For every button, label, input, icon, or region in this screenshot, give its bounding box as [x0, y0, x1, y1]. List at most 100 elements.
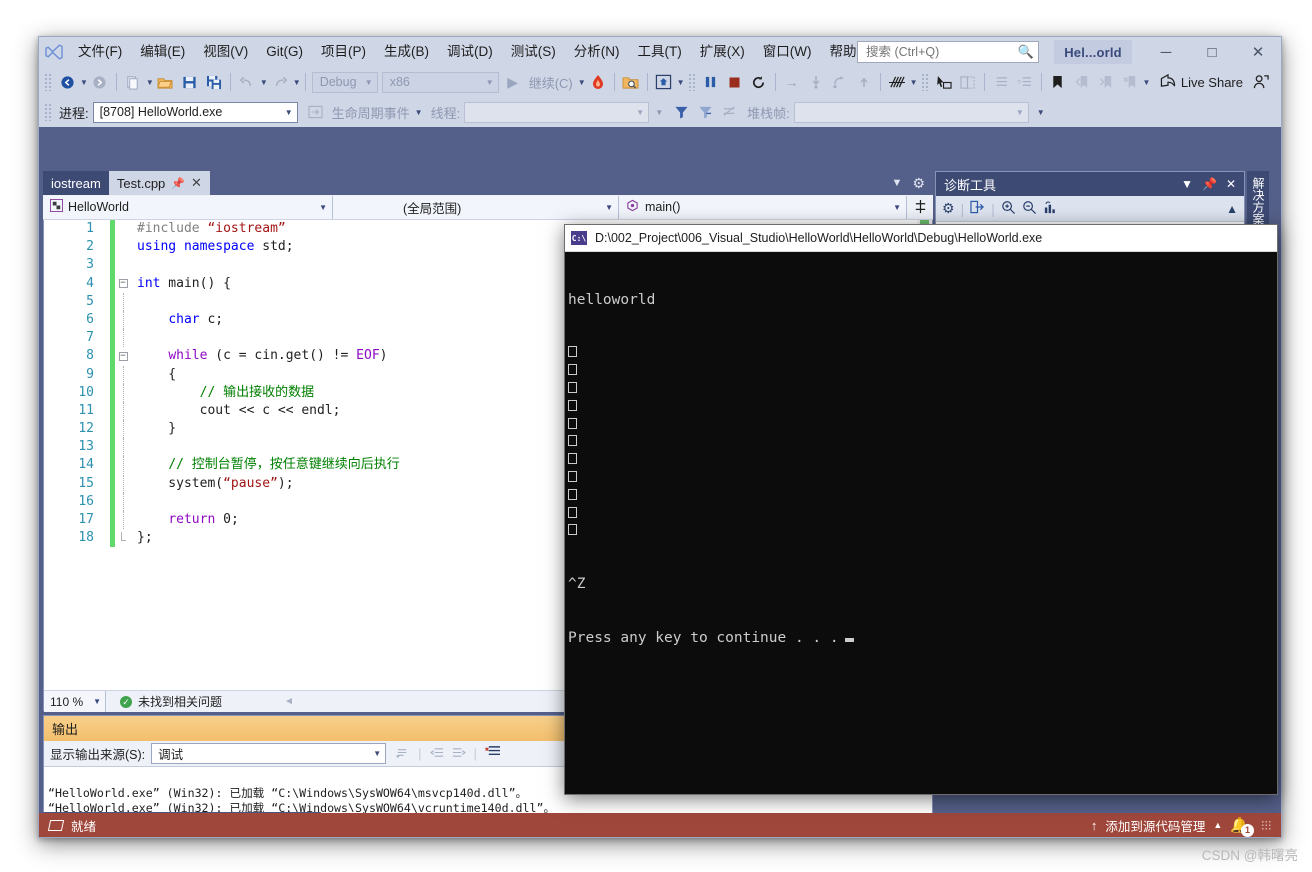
fold-column[interactable] — [115, 329, 131, 348]
nav-scope-combo[interactable]: (全局范围) ▼ — [333, 195, 619, 219]
debug-toolbar-overflow[interactable]: ▼ — [1037, 108, 1045, 117]
glyph-margin[interactable] — [100, 329, 110, 347]
tab-test-cpp[interactable]: Test.cpp 📌 ✕ — [108, 171, 210, 195]
fold-column[interactable] — [115, 529, 131, 547]
stop-icon[interactable] — [723, 70, 747, 94]
split-view-icon[interactable] — [907, 196, 933, 219]
open-folder-icon[interactable] — [154, 70, 178, 94]
bookmark-next-icon[interactable] — [1094, 70, 1118, 94]
menu-item-debug[interactable]: 调试(D) — [438, 40, 502, 64]
filter-flagged-icon[interactable] — [693, 100, 717, 124]
glyph-margin[interactable] — [100, 293, 110, 311]
glyph-margin[interactable] — [100, 420, 110, 438]
restart-icon[interactable] — [747, 70, 771, 94]
indent-icon[interactable] — [989, 70, 1013, 94]
live-share-button[interactable]: Live Share — [1154, 73, 1249, 91]
glyph-margin[interactable] — [100, 366, 110, 384]
zoom-in-icon[interactable] — [1001, 200, 1016, 218]
close-icon[interactable]: ✕ — [191, 175, 202, 191]
nav-project-combo[interactable]: HelloWorld ▼ — [43, 195, 333, 219]
console-window[interactable]: C:\ D:\002_Project\006_Visual_Studio\Hel… — [564, 224, 1278, 795]
add-to-source-control-button[interactable]: 添加到源代码管理 — [1105, 816, 1205, 835]
fold-column[interactable] — [115, 401, 131, 420]
scroll-up-arrow[interactable]: ▲ — [1226, 202, 1244, 216]
glyph-margin[interactable] — [100, 475, 110, 493]
solution-configuration-combo[interactable]: Debug ▼ — [311, 71, 378, 93]
toolbar-grip[interactable] — [44, 73, 52, 91]
fold-column[interactable] — [115, 310, 131, 329]
undo-icon[interactable] — [235, 70, 259, 94]
maximize-button[interactable]: □ — [1189, 37, 1235, 67]
navigate-forward-icon[interactable] — [88, 70, 112, 94]
export-icon[interactable] — [970, 200, 985, 217]
chevron-up-icon[interactable]: ▲ — [1213, 820, 1222, 830]
glyph-margin[interactable] — [100, 456, 110, 474]
fold-column[interactable] — [115, 511, 131, 529]
fold-column[interactable]: − — [115, 275, 131, 293]
new-item-icon[interactable] — [121, 70, 145, 94]
issue-prev-arrow[interactable]: ◄ — [284, 696, 294, 707]
pointer-select-icon[interactable] — [932, 70, 956, 94]
gear-icon[interactable]: ⚙ — [912, 175, 925, 192]
resize-grip[interactable] — [1261, 820, 1271, 830]
zoom-out-icon[interactable] — [1022, 200, 1037, 218]
menu-item-extensions[interactable]: 扩展(X) — [691, 40, 754, 64]
fold-column[interactable] — [115, 492, 131, 511]
fold-column[interactable] — [115, 456, 131, 475]
glyph-margin[interactable] — [100, 493, 110, 511]
toggle-word-wrap-icon[interactable] — [484, 745, 501, 762]
glyph-margin[interactable] — [100, 220, 110, 238]
menu-item-git[interactable]: Git(G) — [257, 40, 312, 64]
global-search-box[interactable]: 🔍 — [857, 41, 1039, 63]
step-over-icon[interactable] — [828, 70, 852, 94]
fold-column[interactable] — [115, 292, 131, 311]
select-start-window-dropdown[interactable]: ▼ — [677, 78, 685, 87]
show-next-statement-icon[interactable]: → — [780, 70, 804, 94]
browse-with-icon[interactable] — [619, 70, 643, 94]
menu-item-edit[interactable]: 编辑(E) — [131, 40, 194, 64]
fold-column[interactable] — [115, 438, 131, 457]
glyph-margin[interactable] — [100, 511, 110, 529]
menu-item-tools[interactable]: 工具(T) — [629, 40, 691, 64]
menu-item-view[interactable]: 视图(V) — [194, 40, 257, 64]
toolbar-grip[interactable] — [44, 103, 52, 121]
wrap-icon[interactable] — [452, 746, 466, 762]
pin-icon[interactable]: 📌 — [1202, 177, 1217, 191]
zoom-level-combo[interactable]: 110 % ▼ — [44, 691, 106, 712]
fold-column[interactable] — [115, 474, 131, 493]
pause-icon[interactable] — [699, 70, 723, 94]
undo-dropdown[interactable]: ▼ — [260, 78, 268, 87]
nav-member-combo[interactable]: main() ▼ — [619, 195, 907, 219]
output-source-combo[interactable]: 调试 ▼ — [151, 743, 387, 764]
compare-icon[interactable] — [956, 70, 980, 94]
navigate-back-icon[interactable] — [55, 70, 79, 94]
gear-icon[interactable]: ⚙ — [942, 200, 955, 217]
glyph-margin[interactable] — [100, 384, 110, 402]
bookmark-clear-icon[interactable] — [1118, 70, 1142, 94]
fold-column[interactable] — [115, 256, 131, 274]
intellitrace-icon[interactable] — [885, 70, 909, 94]
chevron-down-icon[interactable]: ▼ — [892, 177, 903, 189]
new-item-dropdown[interactable]: ▼ — [146, 78, 154, 87]
toolbar-grip[interactable] — [920, 73, 929, 91]
toolbar-grip[interactable] — [687, 73, 696, 91]
menu-item-file[interactable]: 文件(F) — [69, 40, 131, 64]
navigate-back-dropdown[interactable]: ▼ — [80, 78, 88, 87]
fold-column[interactable] — [115, 420, 131, 439]
solution-platform-combo[interactable]: x86 ▼ — [381, 71, 499, 93]
thread-overflow[interactable]: ▼ — [655, 108, 663, 117]
continue-dropdown[interactable]: ▼ — [578, 78, 586, 87]
hot-reload-icon[interactable] — [586, 70, 610, 94]
process-combo[interactable]: [8708] HelloWorld.exe ▼ — [92, 101, 298, 123]
menu-item-test[interactable]: 测试(S) — [502, 40, 565, 64]
glyph-margin[interactable] — [100, 256, 110, 274]
tab-iostream[interactable]: iostream — [43, 171, 109, 195]
chevron-down-icon[interactable]: ▼ — [1181, 177, 1193, 191]
save-all-icon[interactable] — [202, 70, 226, 94]
step-into-icon[interactable] — [804, 70, 828, 94]
continue-label[interactable]: 继续(C) — [525, 73, 577, 92]
glyph-margin[interactable] — [100, 275, 110, 293]
close-icon[interactable]: ✕ — [1226, 177, 1236, 191]
glyph-margin[interactable] — [100, 438, 110, 456]
menu-item-analyze[interactable]: 分析(N) — [565, 40, 629, 64]
